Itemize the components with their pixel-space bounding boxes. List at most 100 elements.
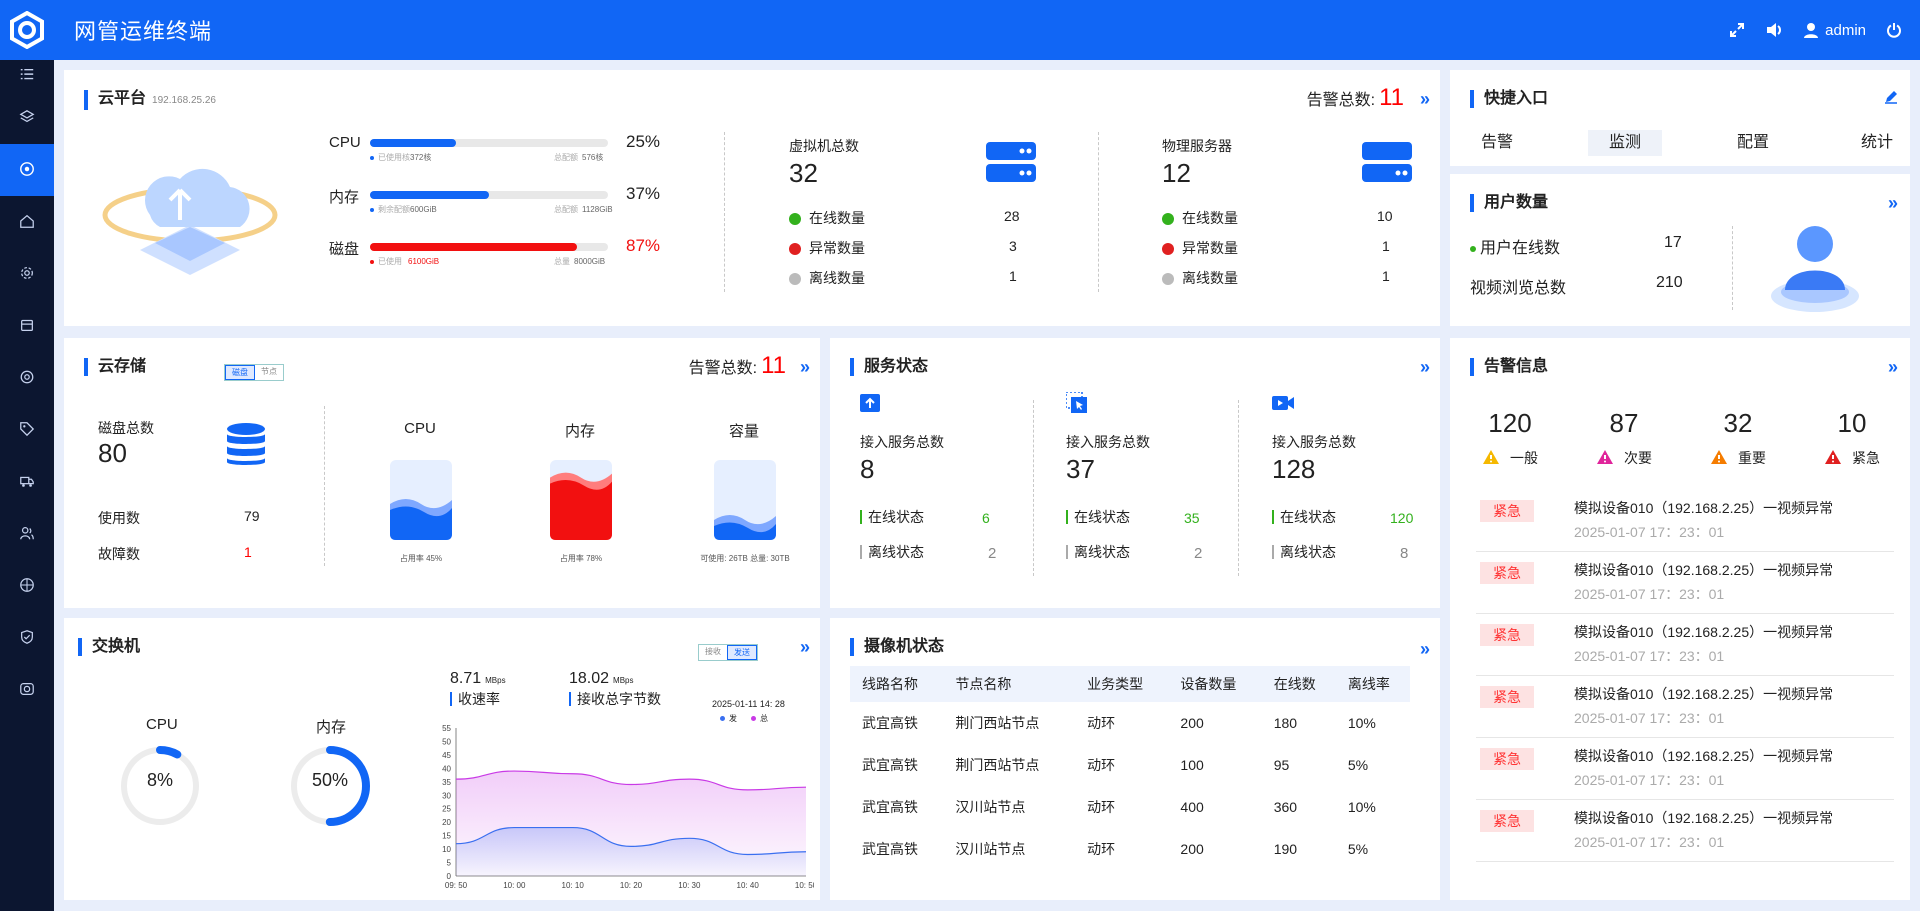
user-illustration-icon xyxy=(1760,210,1870,321)
urgent-badge: 紧急 xyxy=(1480,500,1534,522)
liquid-gauge xyxy=(714,460,776,543)
x-tick-label: 10: 40 xyxy=(737,881,760,890)
shield-icon xyxy=(19,629,35,648)
y-tick-label: 5 xyxy=(447,859,452,868)
switch-tab[interactable]: 接收 xyxy=(699,645,727,660)
more-icon[interactable]: » xyxy=(1420,89,1430,110)
traffic-chart: 0 5 10 15 20 25 30 35 40 45 50 55 09: 50 10: 00 10: 10… xyxy=(442,724,814,890)
sidebar-item-dashboard[interactable] xyxy=(0,144,54,196)
urgent-badge: 紧急 xyxy=(1480,810,1534,832)
alarm-total: 告警总数: 11 xyxy=(688,352,786,379)
alarm-row[interactable]: 紧急 模拟设备010（192.168.2.25）一视频异常 2025-01-07 1… xyxy=(1476,552,1894,614)
x-tick-label: 10: 00 xyxy=(503,881,526,890)
alarm-text: 模拟设备010（192.168.2.25）一视频异常 xyxy=(1574,748,1834,764)
table-row[interactable]: 武宜高铁 汉川站节点 动环 400 360 10% xyxy=(850,786,1410,828)
cloud-storage-panel: 云存储 磁盘 节点 告警总数: 11 » 磁盘总数 80 使用数 79 故障数 1 … xyxy=(64,338,820,608)
resource-right-label: 总量 8000GiB xyxy=(554,257,606,266)
table-row[interactable]: 武宜高铁 荆门西站节点 动环 100 95 5% xyxy=(850,744,1410,786)
alarm-level-count: 32 xyxy=(1723,408,1753,438)
table-cell: 武宜高铁 xyxy=(862,799,918,815)
edit-icon[interactable] xyxy=(1884,90,1898,107)
sidebar-item-tag[interactable] xyxy=(0,404,54,456)
video-views-value: 210 xyxy=(1656,274,1683,291)
table-cell: 360 xyxy=(1273,799,1298,815)
quick-entry-item[interactable]: 告警 xyxy=(1460,130,1534,156)
resource-bar xyxy=(370,191,608,199)
sidebar-item-network[interactable] xyxy=(0,560,54,612)
vm-abnormal: 3 xyxy=(1009,238,1017,254)
alarm-text: 模拟设备010（192.168.2.25）一视频异常 xyxy=(1574,624,1834,640)
x-tick-label: 10: 20 xyxy=(620,881,643,890)
table-cell: 180 xyxy=(1273,715,1298,731)
resource-name: CPU xyxy=(329,134,361,151)
sidebar-item-truck[interactable] xyxy=(0,456,54,508)
sidebar-item-camera[interactable] xyxy=(0,664,54,716)
panel-title: 用户数量 xyxy=(1470,194,1548,212)
sidebar-item-shield[interactable] xyxy=(0,612,54,664)
alarm-row[interactable]: 紧急 模拟设备010（192.168.2.25）一视频异常 2025-01-07 1… xyxy=(1476,676,1894,738)
sidebar xyxy=(0,60,54,911)
alarm-row[interactable]: 紧急 模拟设备010（192.168.2.25）一视频异常 2025-01-07 1… xyxy=(1476,800,1894,862)
table-cell: 动环 xyxy=(1087,799,1116,815)
gauge-fill xyxy=(550,480,612,540)
warning-icon xyxy=(1596,449,1614,468)
sidebar-item-layers[interactable] xyxy=(0,92,54,144)
resource-right-label: 总配额 576核 xyxy=(554,153,604,162)
storage-tab[interactable]: 节点 xyxy=(255,365,283,380)
quick-entry-item[interactable]: 配置 xyxy=(1716,130,1790,156)
target-icon xyxy=(19,369,35,388)
alarm-count: 11 xyxy=(1379,84,1404,111)
table-cell: 汉川站节点 xyxy=(955,799,1026,815)
user-menu[interactable]: admin xyxy=(1803,22,1866,39)
table-cell: 武宜高铁 xyxy=(862,757,918,773)
quick-entry-item[interactable]: 监测 xyxy=(1588,130,1662,156)
service-total: 128 xyxy=(1272,454,1316,484)
sidebar-item-list[interactable] xyxy=(0,60,54,92)
resource-right-label: 总配额 1128GiB xyxy=(554,205,613,214)
more-icon[interactable]: » xyxy=(1888,193,1898,214)
alarm-level-count: 120 xyxy=(1488,408,1532,438)
sidebar-item-home[interactable] xyxy=(0,196,54,248)
table-cell: 200 xyxy=(1180,715,1204,731)
storage-tab[interactable]: 磁盘 xyxy=(225,365,255,380)
offline-status-value: 2 xyxy=(1194,545,1203,562)
power-icon[interactable] xyxy=(1886,22,1902,38)
alarm-row[interactable]: 紧急 模拟设备010（192.168.2.25）一视频异常 2025-01-07 1… xyxy=(1476,738,1894,800)
table-cell: 200 xyxy=(1180,841,1204,857)
more-icon[interactable]: » xyxy=(1420,357,1430,378)
vm-title: 虚拟机总数 xyxy=(789,138,859,154)
rx-rate-label: 收速率 xyxy=(450,692,500,706)
x-tick-label: 10: 10 xyxy=(562,881,585,890)
fullscreen-icon[interactable] xyxy=(1729,22,1745,38)
alarm-row[interactable]: 紧急 模拟设备010（192.168.2.25）一视频异常 2025-01-07 1… xyxy=(1476,490,1894,552)
y-tick-label: 30 xyxy=(442,791,451,800)
sidebar-item-box[interactable] xyxy=(0,300,54,352)
more-icon[interactable]: » xyxy=(1420,639,1430,660)
sidebar-item-target[interactable] xyxy=(0,352,54,404)
sidebar-item-gear[interactable] xyxy=(0,248,54,300)
more-icon[interactable]: » xyxy=(1888,357,1898,378)
upload-icon xyxy=(860,392,884,419)
vm-total: 32 xyxy=(789,158,818,188)
online-status-label: 在线状态 xyxy=(1066,510,1130,524)
table-cell: 动环 xyxy=(1087,715,1116,731)
video-views-label: 视频浏览总数 xyxy=(1470,280,1567,297)
user-online-value: 17 xyxy=(1664,234,1682,251)
table-row[interactable]: 武宜高铁 汉川站节点 动环 200 190 5% xyxy=(850,828,1410,870)
network-icon xyxy=(19,577,35,596)
table-header: 在线数 xyxy=(1261,666,1336,702)
alarm-row[interactable]: 紧急 模拟设备010（192.168.2.25）一视频异常 2025-01-07 1… xyxy=(1476,614,1894,676)
sound-icon[interactable] xyxy=(1765,22,1783,38)
more-icon[interactable]: » xyxy=(800,357,810,378)
quick-entry-item[interactable]: 统计 xyxy=(1840,130,1914,156)
y-tick-label: 0 xyxy=(447,872,452,881)
table-cell: 武宜高铁 xyxy=(862,841,918,857)
table-cell: 400 xyxy=(1180,799,1204,815)
users-icon xyxy=(19,525,35,544)
switch-tab[interactable]: 发送 xyxy=(727,645,757,660)
table-row[interactable]: 武宜高铁 荆门西站节点 动环 200 180 10% xyxy=(850,702,1410,744)
sidebar-item-users[interactable] xyxy=(0,508,54,560)
physical-offline: 1 xyxy=(1382,268,1390,284)
resource-bar-fill xyxy=(370,139,456,147)
more-icon[interactable]: » xyxy=(800,637,810,658)
